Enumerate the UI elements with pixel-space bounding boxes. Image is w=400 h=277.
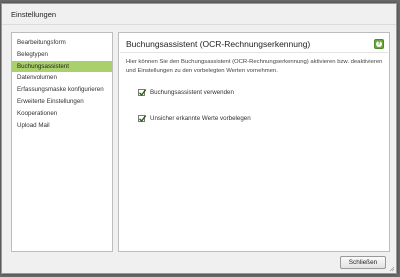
title-divider — [2, 24, 396, 25]
checkmark-icon — [138, 89, 147, 97]
settings-sidebar: Bearbeitungsform Belegtypen Buchungsassi… — [11, 32, 113, 252]
sidebar-item-bearbeitungsform[interactable]: Bearbeitungsform — [12, 37, 112, 49]
sidebar-item-datenvolumen[interactable]: Datenvolumen — [12, 72, 112, 84]
sidebar-item-buchungsassistent[interactable]: Buchungsassistent — [12, 60, 112, 73]
resize-grip-icon[interactable] — [389, 266, 395, 272]
option-label: Unsicher erkannte Werte vorbelegen — [150, 115, 251, 122]
help-icon[interactable]: ? — [374, 39, 384, 49]
option-buchungsassistent-verwenden[interactable]: Buchungsassistent verwenden — [138, 89, 234, 97]
sidebar-item-erweiterte-einstellungen[interactable]: Erweiterte Einstellungen — [12, 96, 112, 108]
content-header: Buchungsassistent (OCR-Rechnungserkennun… — [119, 33, 389, 53]
settings-content-panel: Buchungsassistent (OCR-Rechnungserkennun… — [118, 32, 390, 252]
checkbox-buchungsassistent-verwenden[interactable] — [138, 89, 147, 97]
checkmark-icon — [138, 115, 147, 123]
description-text: Hier können Sie den Buchungsassistent (O… — [126, 59, 383, 74]
page-title: Buchungsassistent (OCR-Rechnungserkennun… — [126, 39, 311, 49]
option-label: Buchungsassistent verwenden — [150, 89, 234, 96]
content-divider — [120, 52, 388, 53]
sidebar-item-kooperationen[interactable]: Kooperationen — [12, 108, 112, 120]
checkbox-unsicher-erkannte-werte[interactable] — [138, 115, 147, 123]
sidebar-item-belegtypen[interactable]: Belegtypen — [12, 49, 112, 61]
option-unsicher-erkannte-werte[interactable]: Unsicher erkannte Werte vorbelegen — [138, 115, 251, 123]
settings-dialog: Einstellungen Bearbeitungsform Belegtype… — [1, 3, 397, 274]
sidebar-item-upload-mail[interactable]: Upload Mail — [12, 120, 112, 132]
close-button[interactable]: Schließen — [340, 256, 386, 269]
sidebar-item-erfassungsmaske[interactable]: Erfassungsmaske konfigurieren — [12, 84, 112, 96]
dialog-title: Einstellungen — [11, 10, 57, 19]
